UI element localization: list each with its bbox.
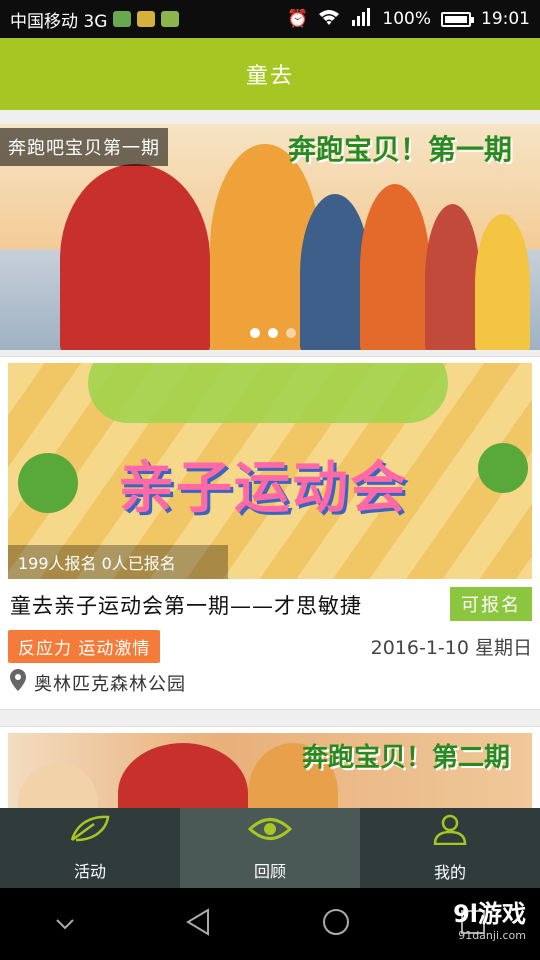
battery-percent: 100% — [382, 9, 431, 29]
activity-tags: 反应力 运动激情 — [8, 629, 161, 663]
signal-icon — [350, 7, 372, 31]
tab-label: 我的 — [433, 863, 466, 882]
notification-icon — [113, 11, 132, 27]
back-triangle-icon[interactable] — [184, 907, 212, 941]
tab-label: 回顾 — [253, 862, 286, 881]
wifi-icon — [318, 9, 340, 30]
watermark-brand: 9l游戏 — [453, 900, 526, 928]
banner-figure — [60, 164, 210, 350]
activity-list[interactable]: 奔跑吧宝贝第一期 奔跑宝贝！第一期 亲子运动会 199人报名 0人已报名 童去亲… — [0, 110, 540, 808]
activity-date: 2016-1-10 星期日 — [370, 636, 532, 659]
location-text: 奥林匹克森林公园 — [34, 673, 186, 695]
banner-carousel[interactable]: 奔跑吧宝贝第一期 奔跑宝贝！第一期 — [0, 124, 540, 350]
activity-artwork-text: 奔跑宝贝！第二期 — [301, 743, 510, 773]
tab-activities[interactable]: 活动 — [0, 808, 180, 888]
carousel-dot[interactable] — [268, 328, 278, 338]
banner-figure — [18, 763, 98, 808]
app-notification-icon — [137, 11, 156, 27]
location-pin-icon — [10, 669, 26, 696]
status-bar: 中国移动 3G ⏰ 100% 19:01 — [0, 0, 540, 38]
carrier-text: 中国移动 3G — [10, 11, 108, 32]
tab-label: 活动 — [73, 862, 106, 881]
banner-figure — [425, 204, 480, 350]
tab-review[interactable]: 回顾 — [180, 808, 360, 888]
activity-card[interactable]: 亲子运动会 199人报名 0人已报名 童去亲子运动会第一期——才思敏捷 可报名 … — [0, 356, 540, 710]
home-circle-icon[interactable] — [321, 907, 351, 941]
app-header: 童去 — [0, 38, 540, 110]
message-notification-icon — [161, 11, 180, 27]
carousel-dot[interactable] — [286, 328, 296, 338]
watermark-domain: 91danji.com — [458, 929, 526, 942]
eye-icon — [247, 814, 293, 848]
banner-figure — [475, 214, 530, 350]
bottom-tab-bar: 活动 回顾 我的 — [0, 808, 540, 888]
tree-decoration — [18, 453, 78, 513]
user-icon — [432, 813, 468, 849]
banner-artwork-text: 奔跑宝贝！第一期 — [287, 133, 512, 166]
signup-count: 199人报名 0人已报名 — [8, 545, 228, 579]
carousel-indicator — [250, 328, 296, 338]
banner-figure — [360, 184, 430, 350]
carousel-dot[interactable] — [250, 328, 260, 338]
activity-image[interactable]: 亲子运动会 199人报名 0人已报名 — [8, 363, 532, 579]
tree-decoration — [478, 443, 528, 493]
activity-card[interactable]: 奔跑宝贝！第二期 — [0, 726, 540, 808]
leaf-icon — [68, 814, 112, 848]
clock-time: 19:01 — [481, 9, 530, 29]
alarm-icon: ⏰ — [287, 9, 309, 29]
banner-label: 奔跑吧宝贝第一期 — [0, 128, 168, 166]
activity-title: 童去亲子运动会第一期——才思敏捷 — [10, 594, 362, 618]
banner-figure — [118, 743, 248, 808]
activity-location: 奥林匹克森林公园 — [10, 669, 186, 696]
page-title: 童去 — [245, 64, 294, 89]
watermark: 9l游戏 91danji.com — [453, 902, 526, 941]
activity-image-title: 亲子运动会 — [118, 456, 408, 521]
tab-profile[interactable]: 我的 — [360, 808, 540, 888]
image-banner-shape — [88, 363, 448, 423]
chevron-down-icon[interactable] — [55, 915, 75, 934]
system-nav-bar: 9l游戏 91danji.com — [0, 888, 540, 960]
battery-icon — [441, 11, 474, 27]
signup-status-button[interactable]: 可报名 — [450, 587, 532, 621]
